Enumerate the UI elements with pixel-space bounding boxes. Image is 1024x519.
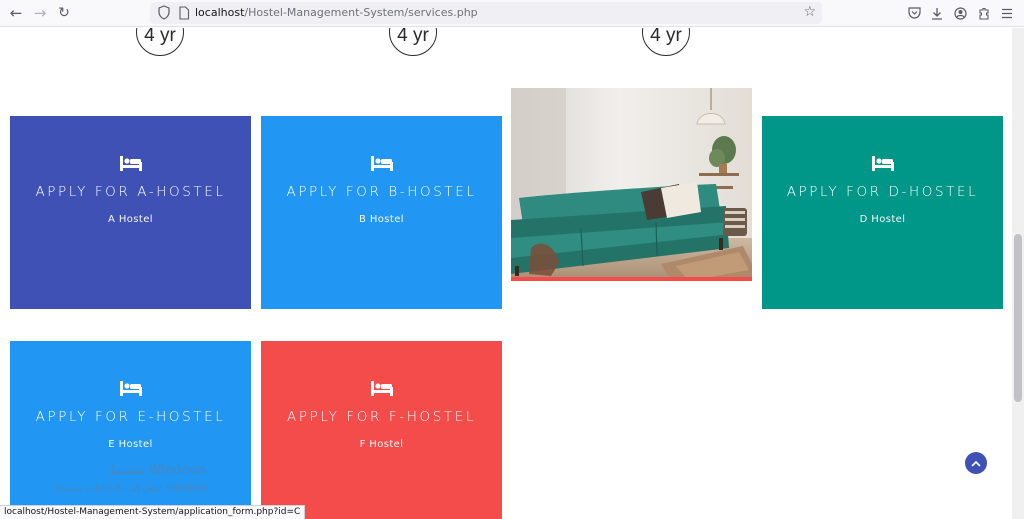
forward-arrow-icon[interactable]: →	[29, 3, 51, 23]
card-subtitle: D Hostel	[859, 214, 906, 225]
download-icon[interactable]	[929, 5, 945, 21]
vertical-scrollbar[interactable]	[1012, 28, 1024, 519]
menu-icon[interactable]	[999, 5, 1015, 21]
status-link-preview: localhost/Hostel-Management-System/appli…	[0, 505, 306, 519]
card-title: Apply for A-Hostel	[35, 184, 226, 200]
pocket-icon[interactable]	[906, 5, 922, 21]
windows-activation-text: انتقل إلى الإعدادات لتنشيط Windows.	[54, 483, 212, 494]
card-title: Apply for E-Hostel	[35, 409, 226, 425]
card-subtitle: B Hostel	[359, 214, 404, 225]
photo-accent-bar	[511, 277, 752, 281]
card-subtitle: F Hostel	[359, 439, 404, 450]
bed-icon	[119, 156, 142, 171]
bed-icon	[119, 381, 142, 396]
scrollbar-thumb[interactable]	[1014, 234, 1022, 402]
chevron-up-icon	[971, 460, 981, 467]
card-title: Apply for F-Hostel	[287, 409, 476, 425]
duration-badge: 4 yr	[642, 28, 690, 56]
url-text[interactable]: localhost/Hostel-Management-System/servi…	[195, 6, 478, 19]
scroll-to-top-button[interactable]	[965, 452, 987, 474]
page-content: 4 yr 4 yr 4 yr Apply for A-Hostel A Host…	[0, 28, 1012, 519]
card-d-hostel[interactable]: Apply for D-Hostel D Hostel	[762, 116, 1003, 309]
shield-icon[interactable]	[158, 5, 170, 20]
living-room-photo	[511, 88, 752, 281]
url-host: localhost	[195, 6, 245, 19]
url-path: /Hostel-Management-System/services.php	[244, 6, 478, 19]
back-arrow-icon[interactable]: ←	[5, 3, 27, 23]
browser-toolbar: ← → ↻ localhost/Hostel-Management-System…	[0, 0, 1024, 27]
card-subtitle: A Hostel	[108, 214, 153, 225]
page-icon	[179, 6, 190, 20]
card-b-hostel[interactable]: Apply for B-Hostel B Hostel	[261, 116, 502, 309]
bed-icon	[370, 156, 393, 171]
address-bar[interactable]: localhost/Hostel-Management-System/servi…	[150, 2, 822, 24]
duration-badge: 4 yr	[389, 28, 437, 56]
card-a-hostel[interactable]: Apply for A-Hostel A Hostel	[10, 116, 251, 309]
duration-badge: 4 yr	[136, 28, 184, 56]
card-f-hostel[interactable]: Apply for F-Hostel F Hostel	[261, 341, 502, 519]
windows-activation-title: تنشيط Windows	[109, 463, 207, 478]
card-title: Apply for B-Hostel	[286, 184, 477, 200]
reload-icon[interactable]: ↻	[53, 3, 75, 23]
bookmark-star-icon[interactable]: ☆	[803, 4, 816, 20]
card-subtitle: E Hostel	[108, 439, 153, 450]
card-title: Apply for D-Hostel	[786, 184, 979, 200]
bed-icon	[871, 156, 894, 171]
bed-icon	[370, 381, 393, 396]
extensions-icon[interactable]	[976, 5, 992, 21]
account-icon[interactable]	[952, 5, 968, 21]
